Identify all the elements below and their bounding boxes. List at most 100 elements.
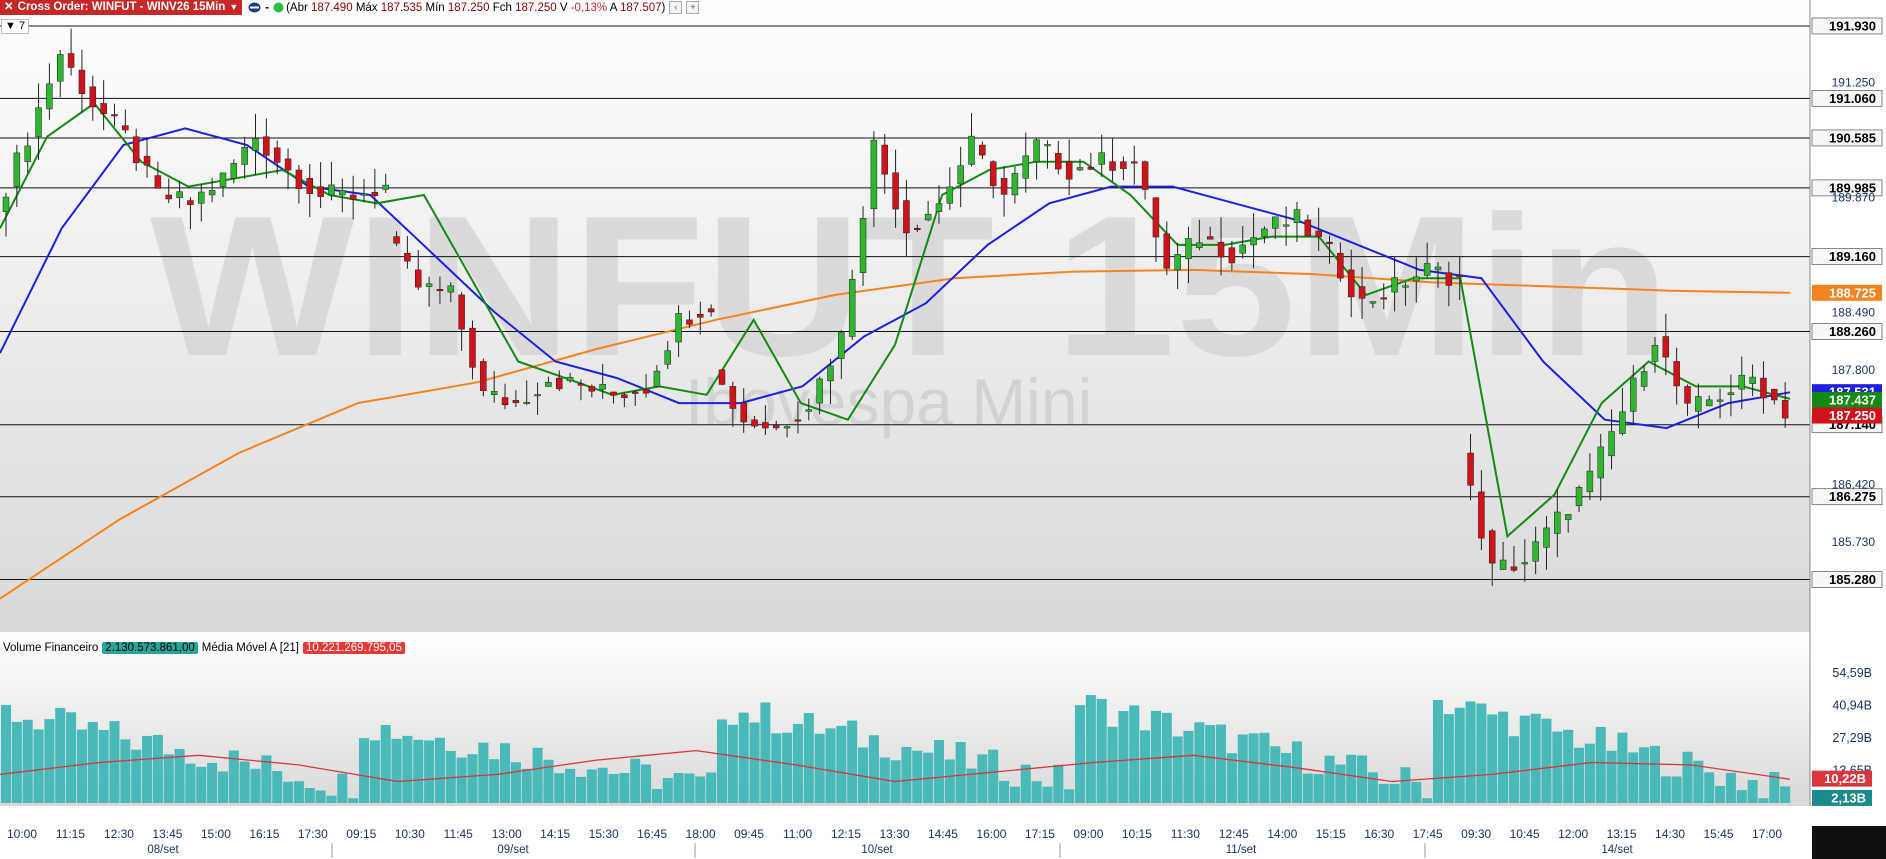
candle-up: [534, 394, 541, 397]
candle-up: [1413, 276, 1420, 282]
ohlc-v-label: V: [559, 1, 568, 14]
candle-up: [208, 190, 216, 196]
axis-corner: [1812, 826, 1886, 859]
candle-up: [1586, 470, 1594, 493]
date-label: 08/set: [147, 844, 179, 856]
collapse-icon[interactable]: ‹: [669, 1, 683, 14]
cross-order-button[interactable]: ✕ Cross Order: WINFUT - WINV26 15Min ▼: [0, 0, 243, 15]
volume-bar: [293, 781, 304, 803]
candle-up: [816, 378, 823, 404]
candle-up: [1630, 377, 1637, 412]
volume-bar: [1736, 790, 1747, 803]
time-tick-label: 14:00: [1267, 827, 1297, 841]
volume-bar: [1248, 733, 1259, 803]
level-label: 185.280: [1829, 572, 1876, 587]
volume-bar: [304, 787, 315, 803]
candle-down: [1662, 336, 1670, 358]
candle-down: [1684, 386, 1691, 404]
volume-bar: [630, 758, 641, 803]
chart-canvas[interactable]: WINFUT 15Min Ibovespa Mini 191.930191.06…: [0, 0, 1886, 859]
candle-down: [979, 144, 986, 156]
volume-bar: [1617, 732, 1628, 803]
ohlc-max: 187.535: [380, 1, 423, 14]
time-tick-label: 12:30: [104, 827, 134, 841]
candle-down: [512, 400, 520, 404]
volume-bar: [1324, 755, 1335, 803]
candle-down: [1228, 247, 1236, 264]
time-tick-label: 15:45: [1704, 827, 1734, 841]
candle-up: [1044, 144, 1051, 147]
price-tick-label: 189.870: [1832, 190, 1876, 204]
candle-up: [1619, 411, 1626, 434]
chevron-down-icon[interactable]: ▼: [229, 0, 238, 15]
volume-bar: [1758, 798, 1769, 803]
time-tick-label: 09:45: [734, 827, 764, 841]
candle-up: [46, 83, 53, 110]
volume-bar: [33, 729, 44, 803]
candle-down: [480, 361, 487, 391]
status-dot-icon: [273, 2, 284, 13]
volume-bar: [1660, 776, 1671, 803]
ohlc-variation: -0,13%: [570, 1, 608, 14]
time-tick-label: 16:30: [1364, 827, 1394, 841]
time-tick-label: 14:45: [928, 827, 958, 841]
candle-up: [56, 54, 64, 82]
close-icon[interactable]: ✕: [4, 0, 14, 15]
volume-bar: [792, 723, 803, 803]
volume-bar: [1530, 713, 1541, 803]
candle-up: [1196, 242, 1203, 248]
volume-current-tag: 2,13B: [1831, 790, 1866, 805]
volume-bar: [1346, 754, 1357, 803]
time-tick-label: 09:00: [1073, 827, 1103, 841]
candle-up: [968, 135, 975, 165]
volume-bar: [1443, 714, 1454, 803]
volume-bar: [1270, 746, 1281, 803]
time-tick-label: 16:45: [637, 827, 667, 841]
volume-bar: [912, 750, 923, 803]
volume-ma-tag: 10,22B: [1824, 771, 1866, 786]
volume-bar: [662, 777, 673, 803]
volume-bar: [771, 733, 782, 803]
time-tick-label: 13:45: [152, 827, 182, 841]
candle-count-dropdown[interactable]: ▼ 7: [1, 19, 30, 34]
time-tick-label: 12:15: [831, 827, 861, 841]
candle-down: [122, 125, 129, 131]
volume-bar: [532, 747, 543, 803]
candle-up: [1738, 374, 1746, 390]
time-tick-label: 11:00: [783, 827, 812, 841]
candle-up: [957, 165, 964, 185]
candle-down: [1347, 269, 1355, 298]
volume-bar: [1541, 718, 1552, 803]
candle-down: [621, 394, 628, 398]
volume-bar: [1780, 786, 1791, 803]
ohlc-fch: 187.250: [515, 1, 557, 14]
candle-down: [1120, 161, 1127, 169]
volume-bar: [44, 719, 55, 803]
volume-bar: [1291, 741, 1302, 803]
cross-order-label: Cross Order: WINFUT - WINV26 15Min: [17, 1, 226, 13]
candle-down: [989, 161, 997, 187]
volume-bar: [1096, 698, 1107, 803]
volume-bar: [163, 754, 174, 803]
date-label: 10/set: [861, 844, 893, 856]
volume-bar: [727, 724, 738, 803]
volume-value-badge: 2.130.573.861,00: [102, 642, 198, 654]
volume-bar: [1194, 722, 1205, 803]
volume-bar: [1053, 764, 1064, 803]
volume-bar: [1498, 711, 1509, 803]
volume-bar: [358, 738, 370, 803]
add-icon[interactable]: +: [686, 1, 700, 14]
volume-bar: [1085, 695, 1096, 803]
candle-down: [1315, 230, 1322, 237]
candle-down: [1141, 161, 1149, 190]
date-label: 14/set: [1601, 844, 1633, 856]
volume-bar: [1508, 736, 1519, 803]
candle-down: [686, 319, 693, 325]
ohlc-a-label: A: [609, 1, 617, 14]
candle-up: [198, 191, 205, 204]
volume-bar: [250, 768, 261, 803]
chart-header: ✕ Cross Order: WINFUT - WINV26 15Min ▼ -…: [0, 0, 700, 15]
volume-bar: [142, 735, 153, 803]
candle-up: [1532, 541, 1539, 562]
candle-down: [1326, 241, 1333, 244]
